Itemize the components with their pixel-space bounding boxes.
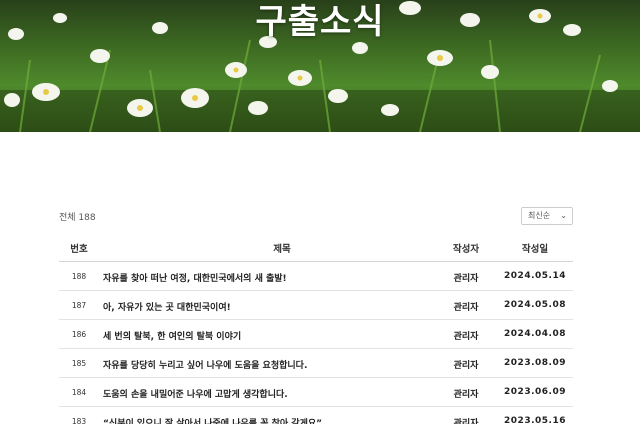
post-number: 188 [71, 272, 87, 281]
post-date: 2024.05.08 [504, 300, 566, 310]
post-title-link[interactable]: 자유를 당당히 누리고 싶어 나우에 도움을 요청합니다. [103, 358, 307, 371]
table-row[interactable]: 184 도움의 손을 내밀어준 나우에 고맙게 생각합니다. 관리자 2023.… [59, 378, 573, 407]
table-row[interactable]: 187 아, 자유가 있는 곳 대한민국이여! 관리자 2024.05.08 [59, 291, 573, 320]
post-date: 2024.05.14 [504, 271, 566, 281]
column-header-date: 작성일 [521, 244, 549, 255]
sort-select-value: 최신순 [528, 211, 551, 220]
post-author: 관리자 [453, 419, 479, 424]
list-toolbar: 전체 188 최신순 ⌄ [59, 207, 573, 225]
column-header-num: 번호 [70, 244, 88, 255]
table-row[interactable]: 183 “신분이 있으니 잘 살아서 나중에 나우를 꼭 찾아 갈게요” 관리자… [59, 407, 573, 424]
post-author: 관리자 [453, 274, 479, 284]
post-title-link[interactable]: “신분이 있으니 잘 살아서 나중에 나우를 꼭 찾아 갈게요” [103, 416, 322, 424]
post-number: 187 [71, 301, 87, 310]
sort-select[interactable]: 최신순 ⌄ [521, 207, 573, 225]
post-date: 2023.06.09 [504, 387, 566, 397]
page-title: 구출소식 [255, 2, 385, 42]
table-row[interactable]: 186 세 번의 탈북, 한 여인의 탈북 이야기 관리자 2024.04.08 [59, 320, 573, 349]
column-header-author: 작성자 [452, 244, 480, 255]
post-date: 2023.08.09 [504, 358, 566, 368]
post-title-link[interactable]: 아, 자유가 있는 곳 대한민국이여! [103, 300, 231, 313]
post-title-link[interactable]: 세 번의 탈북, 한 여인의 탈북 이야기 [103, 329, 241, 342]
post-author: 관리자 [453, 303, 479, 313]
post-number: 183 [71, 417, 87, 424]
table-row[interactable]: 188 자유를 찾아 떠난 여정, 대한민국에서의 새 출발! 관리자 2024… [59, 262, 573, 291]
post-author: 관리자 [453, 390, 479, 400]
post-title-link[interactable]: 도움의 손을 내밀어준 나우에 고맙게 생각합니다. [103, 387, 288, 400]
post-date: 2023.05.16 [504, 416, 566, 424]
post-number: 186 [71, 330, 87, 339]
post-author: 관리자 [453, 332, 479, 342]
total-count: 전체 188 [59, 213, 96, 223]
post-number: 184 [71, 388, 87, 397]
column-header-title: 제목 [273, 244, 291, 255]
post-date: 2024.04.08 [504, 329, 566, 339]
post-number: 185 [71, 359, 87, 368]
post-title-link[interactable]: 자유를 찾아 떠난 여정, 대한민국에서의 새 출발! [103, 271, 287, 284]
table-header: 번호 제목 작성자 작성일 [59, 233, 573, 262]
post-author: 관리자 [453, 361, 479, 371]
table-row[interactable]: 185 자유를 당당히 누리고 싶어 나우에 도움을 요청합니다. 관리자 20… [59, 349, 573, 378]
hero-banner: 구출소식 [0, 0, 640, 132]
post-table: 번호 제목 작성자 작성일 188 자유를 찾아 떠난 여정, 대한민국에서의 … [59, 233, 573, 424]
chevron-down-icon: ⌄ [560, 211, 567, 220]
